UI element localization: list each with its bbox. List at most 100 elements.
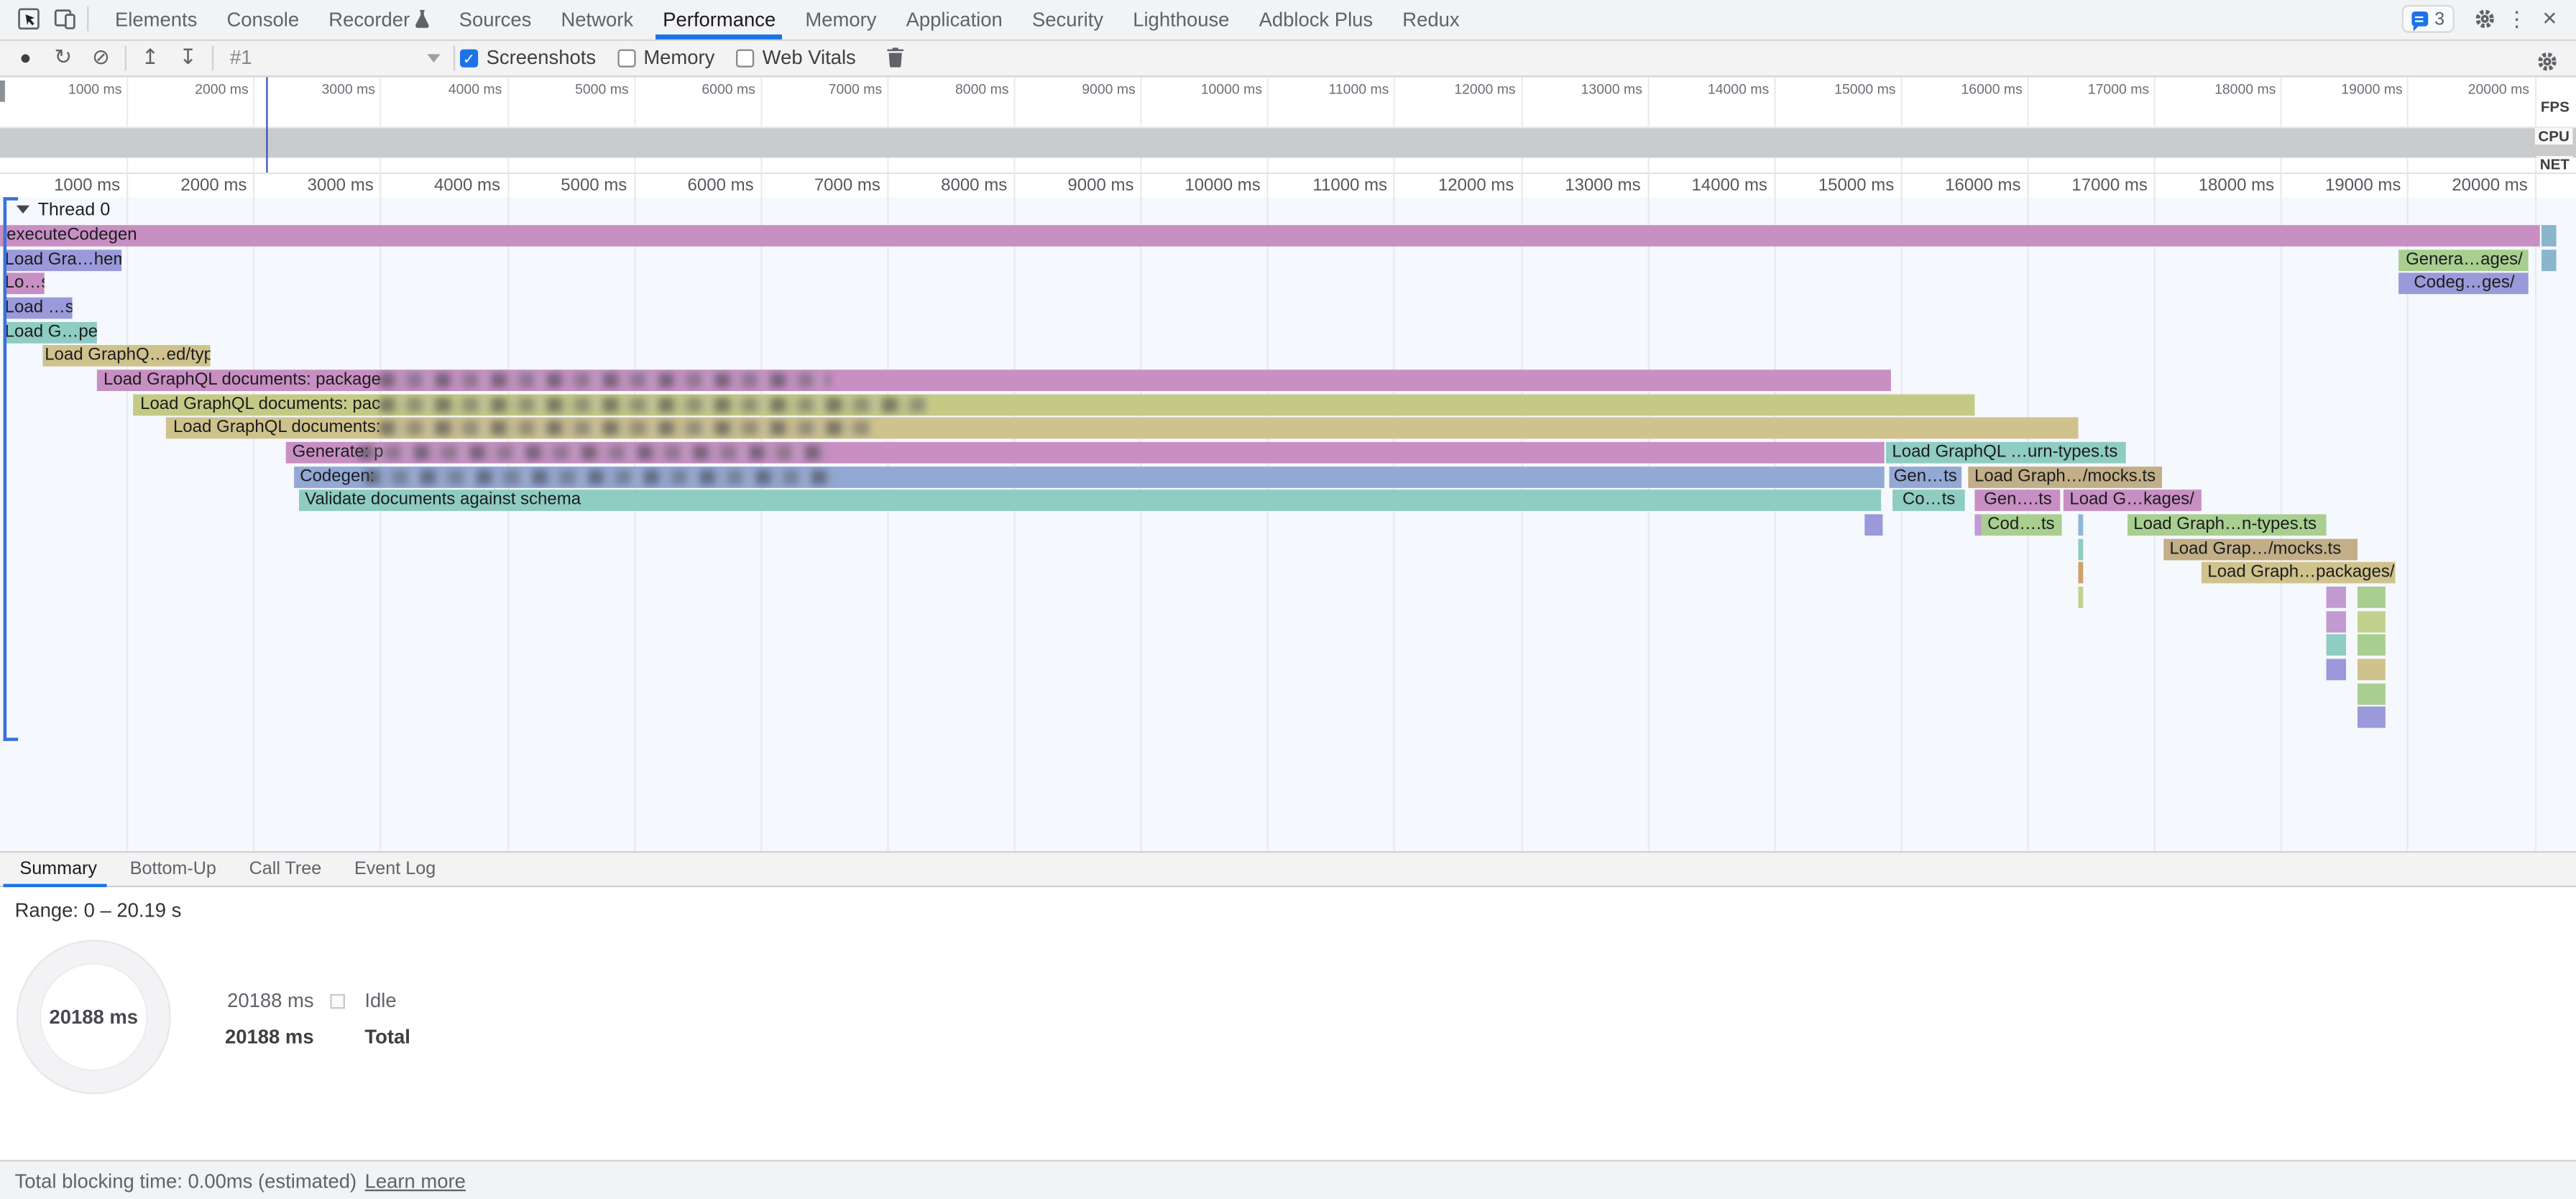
flame-event[interactable]: Generate: p: [286, 442, 1885, 464]
tab-application[interactable]: Application: [891, 0, 1017, 39]
overview-tick-label: 16000 ms: [1927, 81, 2023, 97]
flame-event[interactable]: Gen…ts: [1890, 466, 1961, 487]
flame-event[interactable]: Lo…s: [3, 273, 44, 295]
tab-adblock-plus[interactable]: Adblock Plus: [1244, 0, 1388, 39]
devtools-performance-panel: ElementsConsole Recorder SourcesNetworkPer…: [0, 0, 2576, 1199]
overview-playhead[interactable]: [265, 77, 267, 171]
flame-chart-area[interactable]: 1000 ms2000 ms3000 ms4000 ms5000 ms6000 …: [0, 173, 2576, 851]
flame-event[interactable]: [2327, 635, 2347, 656]
flame-event[interactable]: Load Gra…hema.ts: [3, 249, 122, 271]
flame-event[interactable]: [2327, 587, 2347, 608]
tab-label: Lighthouse: [1133, 8, 1229, 31]
timeline-overview[interactable]: 1000 ms2000 ms3000 ms4000 ms5000 ms6000 …: [0, 77, 2576, 173]
flame-event[interactable]: [2327, 658, 2347, 680]
record-button[interactable]: ●: [6, 42, 45, 75]
recording-session-select[interactable]: #1: [218, 43, 448, 73]
flame-event[interactable]: [2357, 610, 2386, 632]
tab-lighthouse[interactable]: Lighthouse: [1118, 0, 1244, 39]
overview-gridline: [1141, 77, 1142, 171]
flame-event[interactable]: [2079, 587, 2082, 608]
tab-elements[interactable]: Elements: [100, 0, 211, 39]
checkbox-web-vitals[interactable]: Web Vitals: [736, 47, 856, 70]
flame-event-label: Cod….ts: [1987, 514, 2054, 533]
flame-event[interactable]: Codegen:: [293, 466, 1884, 487]
flame-event[interactable]: Load G…pes.ts: [3, 321, 96, 343]
flame-event[interactable]: Load Graph…packages/: [2201, 562, 2396, 584]
flame-event[interactable]: [2079, 562, 2082, 584]
tab-network[interactable]: Network: [546, 0, 648, 39]
settings-gear-icon[interactable]: [2467, 9, 2501, 30]
flame-event[interactable]: [2542, 249, 2557, 271]
device-toolbar-icon[interactable]: [46, 3, 82, 36]
flame-event[interactable]: [2542, 225, 2557, 247]
flame-event[interactable]: Load Grap…/mocks.ts: [2163, 538, 2357, 560]
summary-legend: 20188 msIdle20188 msTotal: [215, 983, 410, 1055]
tab-label: Adblock Plus: [1259, 8, 1374, 31]
flame-event[interactable]: Load GraphQ…ed/types.ts: [43, 346, 211, 367]
cpu-activity-band: [0, 128, 2576, 157]
tab-memory[interactable]: Memory: [791, 0, 891, 39]
detail-tab-summary[interactable]: Summary: [4, 853, 114, 886]
flame-event[interactable]: executeCodegen: [0, 225, 2541, 247]
tab-console[interactable]: Console: [212, 0, 314, 39]
flame-event[interactable]: Load GraphQL documents: pac: [134, 394, 1975, 415]
save-profile-button[interactable]: ↧: [169, 42, 207, 75]
tab-redux[interactable]: Redux: [1388, 0, 1474, 39]
flame-event[interactable]: Load GraphQL …urn-types.ts: [1885, 442, 2126, 464]
checkbox-memory[interactable]: Memory: [617, 47, 715, 70]
flame-event[interactable]: Load Graph…/mocks.ts: [1968, 466, 2162, 487]
ruler-tick-label: 14000 ms: [1672, 176, 1767, 196]
flame-event[interactable]: [2357, 707, 2386, 728]
flame-event[interactable]: [2357, 587, 2386, 608]
lane-label-cpu: CPU: [2535, 127, 2573, 144]
clear-recording-button[interactable]: ⊘: [82, 42, 120, 75]
flame-event[interactable]: [2327, 610, 2347, 632]
flame-event[interactable]: Load G…kages/: [2063, 490, 2201, 512]
detail-tab-call-tree[interactable]: Call Tree: [233, 853, 338, 886]
more-options-icon[interactable]: ⋮: [2501, 6, 2534, 33]
learn-more-link[interactable]: Learn more: [365, 1169, 466, 1192]
flame-event[interactable]: Load GraphQL documents:: [167, 418, 2078, 439]
overview-window-handle[interactable]: [0, 81, 5, 102]
thread-label: Thread 0: [38, 200, 111, 219]
capture-settings-gear-icon[interactable]: [2529, 45, 2564, 78]
flame-event[interactable]: Validate documents against schema: [298, 490, 1881, 512]
selection-bracket: [2, 196, 6, 740]
flame-event[interactable]: [2079, 538, 2082, 560]
flame-event[interactable]: Codeg…ges/: [2399, 273, 2529, 295]
flame-event[interactable]: Cod….ts: [1980, 514, 2061, 536]
checkbox-label: Screenshots: [487, 47, 596, 70]
tab-sources[interactable]: Sources: [444, 0, 546, 39]
issues-counter[interactable]: 3: [2401, 5, 2454, 33]
flame-event[interactable]: Load GraphQL documents: package: [97, 369, 1890, 391]
inspect-element-icon[interactable]: [10, 3, 46, 36]
flame-event[interactable]: [1864, 514, 1882, 536]
flame-event[interactable]: Genera…ages/: [2399, 249, 2529, 271]
flame-event[interactable]: [1975, 514, 1981, 536]
flame-event[interactable]: [2079, 514, 2082, 536]
tab-recorder[interactable]: Recorder: [314, 0, 444, 39]
flame-event[interactable]: Load …s.ts: [3, 298, 72, 319]
tab-performance[interactable]: Performance: [648, 0, 791, 39]
flame-event[interactable]: Load Graph…n-types.ts: [2127, 514, 2327, 536]
flame-event[interactable]: [2357, 658, 2386, 680]
flame-event[interactable]: [2357, 683, 2386, 704]
thread-group-header[interactable]: Thread 0: [17, 200, 110, 219]
reload-and-record-button[interactable]: ↻: [45, 42, 83, 75]
ruler-tick-label: 10000 ms: [1165, 176, 1261, 196]
tab-security[interactable]: Security: [1017, 0, 1118, 39]
flame-event-label: Co…ts: [1903, 490, 1955, 510]
overview-tick-label: 18000 ms: [2181, 81, 2276, 97]
overview-gridline: [633, 77, 635, 171]
garbage-collect-icon[interactable]: [877, 42, 915, 75]
tab-label: Recorder: [328, 8, 410, 31]
checkbox-screenshots[interactable]: ✓Screenshots: [460, 47, 596, 70]
detail-tab-bottom-up[interactable]: Bottom-Up: [114, 853, 233, 886]
flame-event-label: Gen….ts: [1984, 490, 2052, 510]
load-profile-button[interactable]: ↥: [132, 42, 170, 75]
flame-event[interactable]: [2357, 635, 2386, 656]
flame-event[interactable]: Gen….ts: [1975, 490, 2061, 512]
detail-tab-event-log[interactable]: Event Log: [338, 853, 452, 886]
close-devtools-icon[interactable]: ×: [2534, 5, 2567, 33]
flame-event[interactable]: Co…ts: [1892, 490, 1965, 512]
